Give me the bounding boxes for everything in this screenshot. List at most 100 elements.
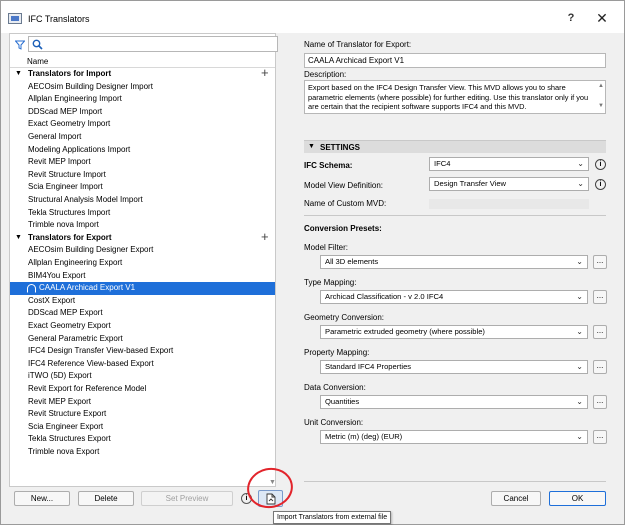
list-item[interactable]: Revit Export for Reference Model <box>10 383 275 396</box>
chevron-down-icon: ⌄ <box>576 397 583 406</box>
close-button[interactable]: ✕ <box>592 9 612 27</box>
translator-list: ▼ Translators for Import + AECOsim Building… <box>10 68 275 458</box>
search-box[interactable] <box>28 36 278 52</box>
geometry-conversion-dropdown[interactable]: Parametric extruded geometry (where poss… <box>320 325 588 339</box>
geometry-more-button[interactable]: ... <box>593 325 607 339</box>
unit-more-button[interactable]: ... <box>593 430 607 444</box>
list-item[interactable]: IFC4 Reference View-based Export <box>10 358 275 371</box>
list-item[interactable]: AECOsim Building Designer Import <box>10 81 275 94</box>
list-item[interactable]: Modeling Applications Import <box>10 144 275 157</box>
chevron-down-icon: ⌄ <box>576 362 583 371</box>
list-item[interactable]: Tekla Structures Import <box>10 207 275 220</box>
list-item[interactable]: Trimble nova Import <box>10 219 275 232</box>
list-item[interactable]: Tekla Structures Export <box>10 433 275 446</box>
list-item[interactable]: Allplan Engineering Import <box>10 93 275 106</box>
description-field[interactable]: Export based on the IFC4 Design Transfer… <box>304 80 606 114</box>
add-translator-icon[interactable]: + <box>261 230 269 243</box>
desc-scroll-down-icon[interactable]: ▼ <box>598 103 604 109</box>
list-item[interactable]: BIM4You Export <box>10 270 275 283</box>
chevron-down-icon: ⌄ <box>576 292 583 301</box>
search-input[interactable] <box>46 38 274 51</box>
title-bar: IFC Translators ? ✕ <box>1 1 624 33</box>
settings-label: SETTINGS <box>320 143 361 152</box>
list-item[interactable]: Revit MEP Export <box>10 396 275 409</box>
model-filter-more-button[interactable]: ... <box>593 255 607 269</box>
list-item-label: Scia Engineer Import <box>28 182 103 192</box>
ifc-schema-dropdown[interactable]: IFC4 ⌄ <box>429 157 589 171</box>
ifc-schema-label: IFC Schema: <box>304 161 353 170</box>
desc-scroll-up-icon[interactable]: ▲ <box>598 83 604 89</box>
translator-settings-panel: Name of Translator for Export: CAALA Arc… <box>296 33 616 487</box>
data-conversion-dropdown[interactable]: Quantities ⌄ <box>320 395 588 409</box>
list-item[interactable]: Exact Geometry Export <box>10 320 275 333</box>
list-item[interactable]: Trimble nova Export <box>10 446 275 458</box>
list-item-label: BIM4You Export <box>28 270 86 280</box>
geometry-conversion-label: Geometry Conversion: <box>304 313 385 322</box>
list-item-label: Revit MEP Import <box>28 157 91 167</box>
group-header[interactable]: ▼ Translators for Export + <box>10 230 275 245</box>
list-item[interactable]: Scia Engineer Import <box>10 181 275 194</box>
filter-icon[interactable] <box>15 40 25 50</box>
set-preview-button[interactable]: Set Preview <box>141 491 233 506</box>
unit-conversion-dropdown[interactable]: Metric (m) (deg) (EUR) ⌄ <box>320 430 588 444</box>
translator-name-field[interactable]: CAALA Archicad Export V1 <box>304 53 606 68</box>
property-mapping-dropdown[interactable]: Standard IFC4 Properties ⌄ <box>320 360 588 374</box>
type-mapping-more-button[interactable]: ... <box>593 290 607 304</box>
custom-mvd-field <box>429 199 589 209</box>
list-item[interactable]: General Parametric Export <box>10 333 275 346</box>
list-item-label: Revit Structure Import <box>28 169 106 179</box>
list-item-label: CostX Export <box>28 295 76 305</box>
ifc-schema-value: IFC4 <box>434 159 451 168</box>
name-label: Name of Translator for Export: <box>304 40 412 49</box>
list-item[interactable]: CostX Export <box>10 295 275 308</box>
property-more-button[interactable]: ... <box>593 360 607 374</box>
cancel-button[interactable]: Cancel <box>491 491 541 506</box>
ok-button[interactable]: OK <box>549 491 606 506</box>
column-header[interactable]: Name <box>10 54 275 68</box>
list-item[interactable]: Revit Structure Import <box>10 169 275 182</box>
group-header[interactable]: ▼ Translators for Import + <box>10 68 275 81</box>
list-item[interactable]: Exact Geometry Import <box>10 118 275 131</box>
group-label: Translators for Import <box>28 69 112 78</box>
schema-info-icon[interactable]: i <box>595 159 606 170</box>
help-button[interactable]: ? <box>561 10 581 26</box>
list-item[interactable]: iTWO (5D) Export <box>10 370 275 383</box>
list-item[interactable]: CAALA Archicad Export V1 <box>10 282 275 295</box>
model-filter-dropdown[interactable]: All 3D elements ⌄ <box>320 255 588 269</box>
geometry-conversion-value: Parametric extruded geometry (where poss… <box>325 327 485 336</box>
mvd-label: Model View Definition: <box>304 181 384 190</box>
divider <box>304 481 606 482</box>
list-item-label: Revit Structure Export <box>28 409 107 419</box>
list-item-label: Scia Engineer Export <box>28 421 104 431</box>
list-item[interactable]: AECOsim Building Designer Export <box>10 244 275 257</box>
unit-conversion-label: Unit Conversion: <box>304 418 364 427</box>
chevron-down-icon: ⌄ <box>576 432 583 441</box>
settings-section-header[interactable]: ▼ SETTINGS <box>304 140 606 153</box>
list-item[interactable]: Revit Structure Export <box>10 408 275 421</box>
window-title: IFC Translators <box>28 14 90 24</box>
list-item-label: Allplan Engineering Import <box>28 94 122 104</box>
list-item[interactable]: Revit MEP Import <box>10 156 275 169</box>
list-item[interactable]: Allplan Engineering Export <box>10 257 275 270</box>
new-button[interactable]: New... <box>14 491 70 506</box>
add-translator-icon[interactable]: + <box>261 68 269 79</box>
property-mapping-value: Standard IFC4 Properties <box>325 362 412 371</box>
list-item[interactable]: Structural Analysis Model Import <box>10 194 275 207</box>
list-item[interactable]: General Import <box>10 131 275 144</box>
mvd-dropdown[interactable]: Design Transfer View ⌄ <box>429 177 589 191</box>
list-item-label: Revit Export for Reference Model <box>28 384 147 393</box>
search-icon[interactable] <box>32 39 43 50</box>
mvd-info-icon[interactable]: i <box>595 179 606 190</box>
list-item[interactable]: DDScad MEP Export <box>10 307 275 320</box>
list-item[interactable]: DDScad MEP Import <box>10 106 275 119</box>
list-item-label: DDScad MEP Export <box>28 308 103 318</box>
data-more-button[interactable]: ... <box>593 395 607 409</box>
list-item-label: Trimble nova Export <box>28 447 100 456</box>
import-tooltip: Import Translators from external file <box>273 511 392 524</box>
list-item-label: Modeling Applications Import <box>28 144 131 154</box>
type-mapping-dropdown[interactable]: Archicad Classification - v 2.0 IFC4 ⌄ <box>320 290 588 304</box>
delete-button[interactable]: Delete <box>78 491 134 506</box>
list-item[interactable]: Scia Engineer Export <box>10 421 275 434</box>
list-item-label: Trimble nova Import <box>28 220 99 230</box>
list-item[interactable]: IFC4 Design Transfer View-based Export <box>10 345 275 358</box>
